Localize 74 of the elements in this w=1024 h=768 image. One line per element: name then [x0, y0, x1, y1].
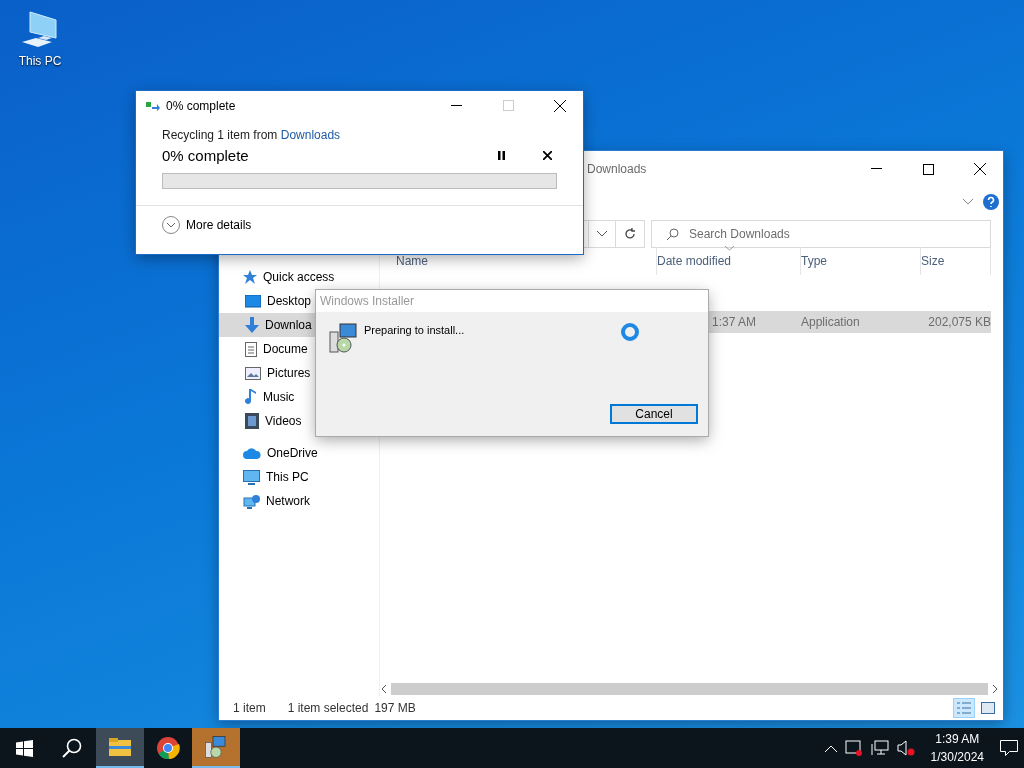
- nav-item[interactable]: This PC: [219, 465, 379, 489]
- recycling-message: Recycling 1 item from Downloads: [162, 128, 342, 142]
- minimize-icon[interactable]: [870, 168, 882, 170]
- refresh-icon: [624, 228, 636, 240]
- search-icon: [666, 227, 679, 241]
- progress-status: 0% complete: [162, 146, 250, 164]
- close-icon[interactable]: [542, 150, 552, 160]
- details-view-icon: [957, 702, 971, 714]
- cancel-button[interactable]: Cancel: [610, 404, 698, 424]
- taskbar-app[interactable]: [192, 728, 240, 768]
- scroll-right-icon[interactable]: [992, 684, 999, 694]
- spinner-icon: [620, 322, 640, 342]
- nav-item[interactable]: Quick access: [219, 265, 379, 289]
- chevron-down-icon[interactable]: [597, 231, 607, 237]
- installer-package-icon: [204, 735, 228, 759]
- window-title: Downloads: [587, 162, 648, 176]
- selection-count: 1 item selected: [287, 701, 369, 715]
- desktop-icon: [245, 294, 261, 308]
- desktop-icon-label: This PC: [18, 54, 62, 68]
- nav-item[interactable]: Videos: [219, 409, 379, 433]
- downloads-link[interactable]: Downloads: [280, 128, 341, 142]
- file-move-icon: [146, 100, 160, 111]
- document-icon: [245, 341, 257, 357]
- search-field[interactable]: Search Downloads: [651, 220, 991, 248]
- column-header[interactable]: Date modified: [657, 247, 801, 275]
- sort-caret-icon: [725, 246, 734, 251]
- nav-item[interactable]: Docume: [219, 337, 379, 361]
- nav-item[interactable]: Pictures: [219, 361, 379, 385]
- taskbar-app[interactable]: [96, 728, 144, 768]
- close-icon[interactable]: [554, 99, 566, 112]
- chevron-circle-icon: [162, 216, 180, 234]
- notification-icon[interactable]: [1000, 740, 1018, 756]
- maximize-icon[interactable]: [922, 163, 934, 175]
- item-count: 1 item: [233, 701, 266, 715]
- chevron-down-icon[interactable]: [963, 199, 973, 205]
- column-header[interactable]: Type: [801, 247, 921, 275]
- monitor-icon: [243, 469, 260, 485]
- table-cell-text: Application: [801, 315, 861, 329]
- selection-size: 197 MB: [374, 701, 416, 715]
- star-icon: [243, 270, 257, 284]
- folder-icon: [109, 738, 131, 756]
- music-note-icon: [245, 389, 257, 405]
- chevron-up-icon[interactable]: [824, 744, 837, 752]
- browser-icon: [156, 736, 180, 760]
- security-icon[interactable]: [844, 740, 863, 756]
- pause-icon[interactable]: [497, 150, 505, 160]
- network-icon: [243, 493, 260, 509]
- table-cell-text: 1:37 AM: [711, 315, 758, 329]
- minimize-icon[interactable]: [450, 104, 462, 107]
- nav-item[interactable]: Network: [219, 489, 379, 513]
- horizontal-scrollbar[interactable]: [380, 682, 999, 696]
- clock[interactable]: 1:39 AM 1/30/2024: [930, 732, 984, 764]
- window-title: 0% complete: [166, 98, 237, 113]
- refresh-button[interactable]: [615, 220, 645, 248]
- volume-muted-icon[interactable]: [896, 740, 915, 756]
- close-icon[interactable]: [974, 163, 986, 175]
- table-cell-text: 202,075 KB: [927, 315, 991, 329]
- film-icon: [245, 413, 259, 429]
- scroll-left-icon[interactable]: [380, 684, 387, 694]
- window-title: Windows Installer: [320, 294, 416, 308]
- help-icon[interactable]: [983, 194, 999, 210]
- more-details-button[interactable]: More details: [136, 206, 278, 244]
- nav-item[interactable]: OneDrive: [219, 441, 379, 465]
- column-header[interactable]: Size: [921, 247, 991, 275]
- network-icon[interactable]: [870, 740, 889, 756]
- cloud-icon: [243, 447, 261, 459]
- large-icons-view-icon: [981, 702, 995, 714]
- installer-package-icon: [328, 322, 360, 354]
- download-arrow-icon: [245, 317, 259, 333]
- search-icon[interactable]: [62, 738, 82, 758]
- pictures-icon: [245, 366, 261, 380]
- windows-logo-icon[interactable]: [15, 739, 33, 757]
- nav-item[interactable]: Music: [219, 385, 379, 409]
- desktop-shortcut[interactable]: This PC: [12, 10, 68, 68]
